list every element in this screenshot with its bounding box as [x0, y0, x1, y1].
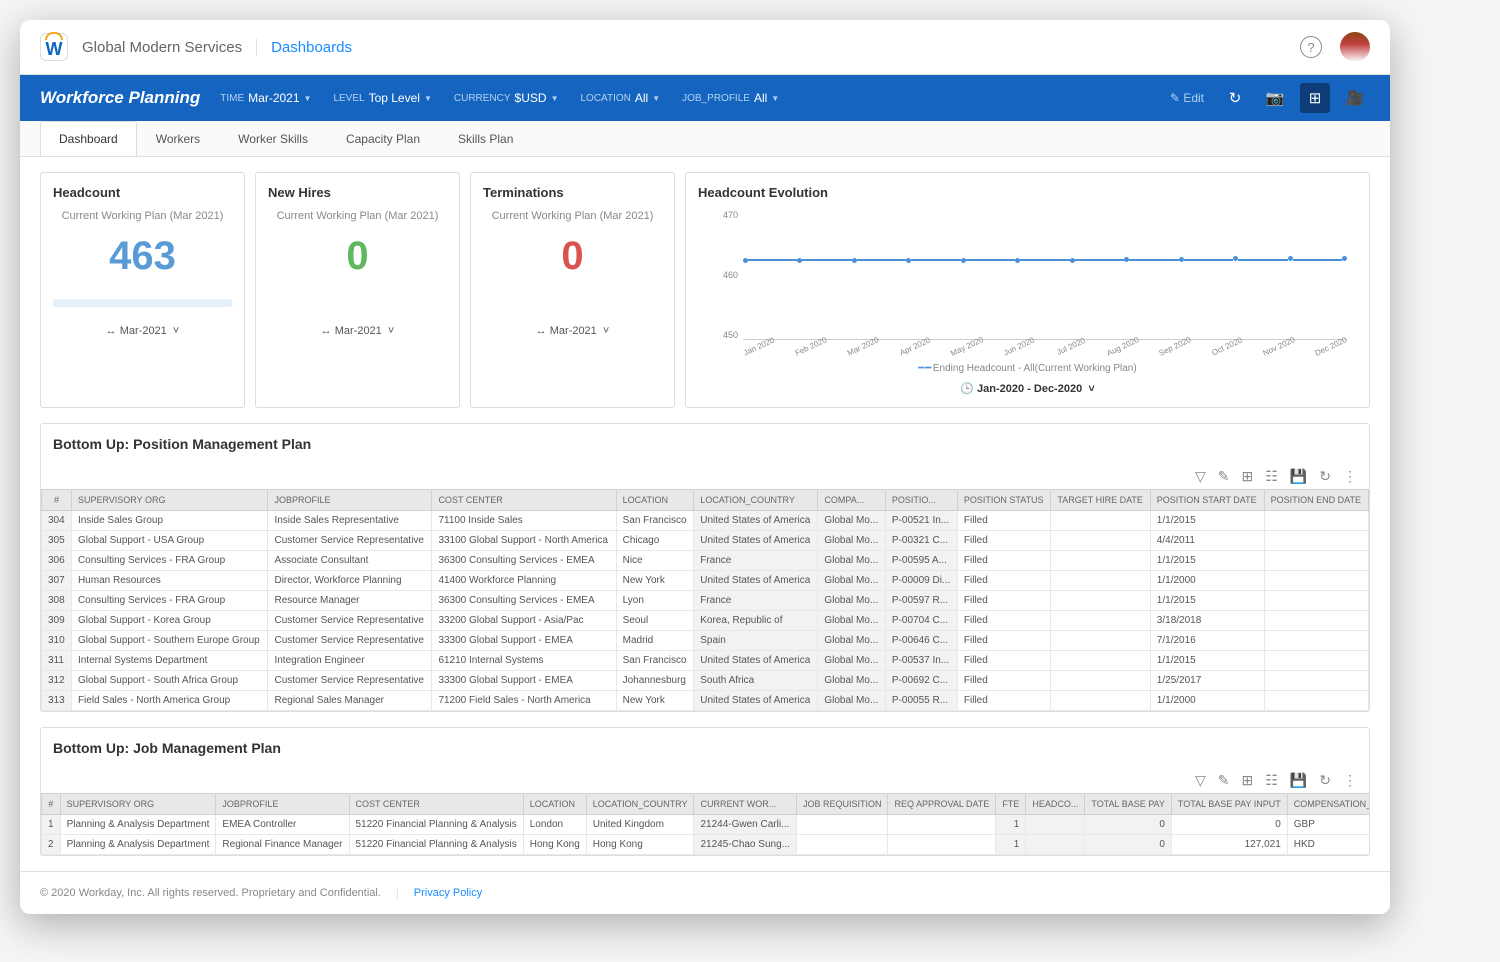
help-icon[interactable]: ?	[1300, 36, 1322, 58]
headcount-value: 463	[53, 234, 232, 279]
table-row[interactable]: 313Field Sales - North America GroupRegi…	[42, 691, 1369, 711]
format-icon[interactable]: ✎	[1218, 772, 1230, 789]
caret-down-icon: ▼	[652, 94, 660, 103]
line-chart: 470 460 450	[708, 210, 1347, 340]
tab-skills-plan[interactable]: Skills Plan	[439, 121, 532, 156]
grid-icon[interactable]: ⊞	[1242, 772, 1254, 789]
position-plan-section: Bottom Up: Position Management Plan ▽ ✎ …	[40, 423, 1370, 712]
refresh-icon[interactable]: ↻	[1220, 83, 1250, 113]
tabs: Dashboard Workers Worker Skills Capacity…	[20, 121, 1390, 157]
filter-level[interactable]: LEVEL Top Level ▼	[333, 91, 431, 105]
section-title: Bottom Up: Job Management Plan	[41, 728, 1369, 768]
table-row[interactable]: 2Planning & Analysis DepartmentRegional …	[42, 835, 1370, 855]
save-icon[interactable]: 💾	[1290, 468, 1307, 485]
table-row[interactable]: 308Consulting Services - FRA GroupResour…	[42, 591, 1369, 611]
date-selector[interactable]: ↔ Mar-2021 ˅	[53, 325, 232, 337]
topbar: W Global Modern Services Dashboards ?	[20, 20, 1390, 75]
filter-location[interactable]: LOCATION All ▼	[580, 91, 660, 105]
newhires-value: 0	[268, 234, 447, 279]
card-subtitle: Current Working Plan (Mar 2021)	[483, 210, 662, 222]
date-range-selector[interactable]: 🕒 Jan-2020 - Dec-2020 ˅	[698, 382, 1357, 395]
footer: © 2020 Workday, Inc. All rights reserved…	[20, 871, 1390, 914]
card-title: Headcount Evolution	[698, 185, 1357, 200]
user-avatar[interactable]	[1340, 32, 1370, 62]
privacy-link[interactable]: Privacy Policy	[414, 887, 482, 899]
caret-down-icon: ▼	[424, 94, 432, 103]
filter-jobprofile[interactable]: JOB_PROFILE All ▼	[682, 91, 779, 105]
tab-capacity-plan[interactable]: Capacity Plan	[327, 121, 439, 156]
format-icon[interactable]: ✎	[1218, 468, 1230, 485]
more-icon[interactable]: ⋮	[1343, 772, 1357, 789]
grid-icon[interactable]: ⊞	[1242, 468, 1254, 485]
table-toolbar: ▽ ✎ ⊞ ☷ 💾 ↻ ⋮	[41, 768, 1369, 793]
card-title: Headcount	[53, 185, 232, 200]
caret-down-icon: ▼	[304, 94, 312, 103]
refresh-icon[interactable]: ↻	[1319, 772, 1331, 789]
caret-down-icon: ▼	[771, 94, 779, 103]
card-headcount: Headcount Current Working Plan (Mar 2021…	[40, 172, 245, 408]
section-title: Bottom Up: Position Management Plan	[41, 424, 1369, 464]
filter-bar: Workforce Planning TIME Mar-2021 ▼ LEVEL…	[20, 75, 1390, 121]
position-table: #SUPERVISORY ORGJOBPROFILECOST CENTERLOC…	[41, 489, 1369, 711]
filter-icon[interactable]: ▽	[1195, 468, 1206, 485]
tab-workers[interactable]: Workers	[137, 121, 219, 156]
page-title: Workforce Planning	[40, 88, 200, 108]
filter-icon[interactable]: ▽	[1195, 772, 1206, 789]
card-title: Terminations	[483, 185, 662, 200]
grid-view-icon[interactable]: ⊞	[1300, 83, 1330, 113]
caret-down-icon: ▼	[551, 94, 559, 103]
card-terminations: Terminations Current Working Plan (Mar 2…	[470, 172, 675, 408]
chart-legend: ━ ━ Ending Headcount - All(Current Worki…	[698, 363, 1357, 374]
date-selector[interactable]: ↔ Mar-2021 ˅	[268, 325, 447, 337]
edit-button[interactable]: ✎ Edit	[1170, 91, 1204, 105]
terminations-value: 0	[483, 234, 662, 279]
job-plan-section: Bottom Up: Job Management Plan ▽ ✎ ⊞ ☷ 💾…	[40, 727, 1370, 856]
breadcrumb[interactable]: Dashboards	[271, 39, 352, 56]
filter-currency[interactable]: CURRENCY $USD ▼	[454, 91, 559, 105]
more-icon[interactable]: ⋮	[1343, 468, 1357, 485]
table-row[interactable]: 304Inside Sales GroupInside Sales Repres…	[42, 511, 1369, 531]
card-subtitle: Current Working Plan (Mar 2021)	[53, 210, 232, 222]
workday-logo[interactable]: W	[40, 33, 68, 61]
table-toolbar: ▽ ✎ ⊞ ☷ 💾 ↻ ⋮	[41, 464, 1369, 489]
copyright: © 2020 Workday, Inc. All rights reserved…	[40, 887, 381, 899]
date-selector[interactable]: ↔ Mar-2021 ˅	[483, 325, 662, 337]
table-row[interactable]: 305Global Support - USA GroupCustomer Se…	[42, 531, 1369, 551]
card-subtitle: Current Working Plan (Mar 2021)	[268, 210, 447, 222]
progress-bar	[53, 299, 232, 307]
table-row[interactable]: 307Human ResourcesDirector, Workforce Pl…	[42, 571, 1369, 591]
table-row[interactable]: 306Consulting Services - FRA GroupAssoci…	[42, 551, 1369, 571]
refresh-icon[interactable]: ↻	[1319, 468, 1331, 485]
company-name: Global Modern Services	[82, 39, 257, 56]
job-table: #SUPERVISORY ORGJOBPROFILECOST CENTERLOC…	[41, 793, 1369, 855]
filter-time[interactable]: TIME Mar-2021 ▼	[220, 91, 311, 105]
table-row[interactable]: 312Global Support - South Africa GroupCu…	[42, 671, 1369, 691]
card-evolution: Headcount Evolution 470 460 450 Jan 2020…	[685, 172, 1370, 408]
video-icon[interactable]: 🎥	[1340, 83, 1370, 113]
table-row[interactable]: 311Internal Systems DepartmentIntegratio…	[42, 651, 1369, 671]
table-row[interactable]: 309Global Support - Korea GroupCustomer …	[42, 611, 1369, 631]
column-icon[interactable]: ☷	[1265, 772, 1278, 789]
card-newhires: New Hires Current Working Plan (Mar 2021…	[255, 172, 460, 408]
table-row[interactable]: 1Planning & Analysis DepartmentEMEA Cont…	[42, 815, 1370, 835]
tab-dashboard[interactable]: Dashboard	[40, 121, 137, 156]
card-title: New Hires	[268, 185, 447, 200]
table-row[interactable]: 310Global Support - Southern Europe Grou…	[42, 631, 1369, 651]
tab-worker-skills[interactable]: Worker Skills	[219, 121, 327, 156]
column-icon[interactable]: ☷	[1265, 468, 1278, 485]
camera-icon[interactable]: 📷	[1260, 83, 1290, 113]
save-icon[interactable]: 💾	[1290, 772, 1307, 789]
